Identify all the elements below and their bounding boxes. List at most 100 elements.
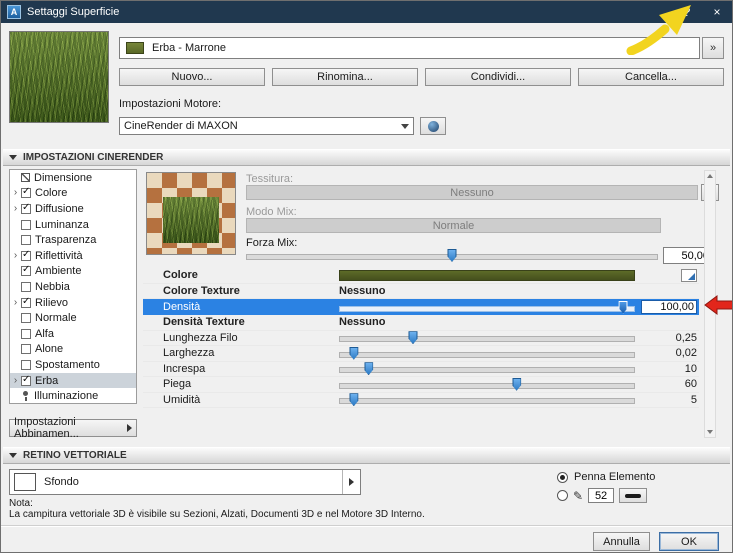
channel-spostamento[interactable]: Spostamento <box>10 357 136 373</box>
delete-button[interactable]: Cancella... <box>578 68 724 86</box>
channel-checkbox[interactable] <box>21 329 31 339</box>
property-row-umidita[interactable]: Umidità 5 <box>143 393 699 409</box>
piega-value[interactable]: 60 <box>635 378 699 390</box>
channel-checkbox[interactable] <box>21 204 31 214</box>
channel-checkbox[interactable] <box>21 266 31 276</box>
slider-thumb[interactable] <box>448 249 457 262</box>
umidita-slider[interactable] <box>339 392 635 407</box>
expander-icon[interactable]: › <box>10 376 21 386</box>
panel-scrollbar[interactable] <box>704 170 716 438</box>
slider-thumb[interactable] <box>349 347 358 360</box>
pen-element-radio[interactable] <box>557 472 568 483</box>
channel-dimensione[interactable]: Dimensione <box>10 170 136 186</box>
channel-erba[interactable]: ›Erba <box>10 373 136 389</box>
channel-checkbox[interactable] <box>21 220 31 230</box>
engine-info-button[interactable] <box>420 117 446 135</box>
property-row-increspa[interactable]: Increspa 10 <box>143 362 699 378</box>
channel-nebbia[interactable]: Nebbia <box>10 279 136 295</box>
channel-checkbox[interactable] <box>21 235 31 245</box>
channel-checkbox[interactable] <box>21 298 31 308</box>
vector-fill-combo[interactable]: Sfondo <box>9 469 361 495</box>
mix-strength-slider[interactable] <box>246 248 658 263</box>
expander-icon[interactable]: › <box>10 298 21 308</box>
channel-normale[interactable]: Normale <box>10 310 136 326</box>
pen-number-field[interactable] <box>588 488 614 503</box>
texture-field[interactable]: Nessuno <box>246 185 698 200</box>
material-name-combo[interactable]: Erba - Marrone <box>119 37 700 59</box>
channel-rilievo[interactable]: ›Rilievo <box>10 295 136 311</box>
expander-icon[interactable]: › <box>10 251 21 261</box>
channel-checkbox[interactable] <box>21 313 31 323</box>
rename-button[interactable]: Rinomina... <box>272 68 418 86</box>
expander-icon[interactable]: › <box>10 188 21 198</box>
channel-illuminazione[interactable]: Illuminazione <box>10 388 136 404</box>
channel-checkbox[interactable] <box>21 188 31 198</box>
help-button[interactable]: ? <box>672 1 702 23</box>
property-row-colore[interactable]: Colore <box>143 268 699 284</box>
lunghezza-filo-value[interactable]: 0,25 <box>635 332 699 344</box>
match-settings-button[interactable]: Impostazioni Abbinamen... <box>9 419 137 437</box>
channel-ambiente[interactable]: Ambiente <box>10 264 136 280</box>
ok-button[interactable]: OK <box>659 532 719 551</box>
slider-thumb[interactable] <box>364 362 373 375</box>
pen-preview-icon <box>625 494 641 498</box>
channel-luminanza[interactable]: Luminanza <box>10 217 136 233</box>
mix-mode-field[interactable]: Normale <box>246 218 661 233</box>
engine-select[interactable]: CineRender di MAXON <box>119 117 414 135</box>
dimension-icon <box>21 173 30 182</box>
custom-pen-radio[interactable] <box>557 490 568 501</box>
channel-checkbox[interactable] <box>21 360 31 370</box>
title-bar: A Settaggi Superficie ? × <box>1 1 732 23</box>
engine-value: CineRender di MAXON <box>124 120 401 132</box>
surface-catalog-button[interactable]: » <box>702 37 724 59</box>
channel-checkbox[interactable] <box>21 344 31 354</box>
slider-thumb[interactable] <box>409 331 418 344</box>
slider-thumb[interactable] <box>349 393 358 406</box>
channel-trasparenza[interactable]: Trasparenza <box>10 232 136 248</box>
increspa-value[interactable]: 10 <box>635 363 699 375</box>
larghezza-slider[interactable] <box>339 346 635 361</box>
umidita-value[interactable]: 5 <box>635 394 699 406</box>
property-row-colore-texture[interactable]: Colore Texture Nessuno <box>143 284 699 300</box>
share-button[interactable]: Condividi... <box>425 68 571 86</box>
expander-icon[interactable]: › <box>10 204 21 214</box>
property-row-lunghezza-filo[interactable]: Lunghezza Filo 0,25 <box>143 331 699 347</box>
property-row-larghezza[interactable]: Larghezza 0,02 <box>143 346 699 362</box>
colore-texture-value[interactable]: Nessuno <box>339 285 385 297</box>
catalog-icon: » <box>710 42 716 54</box>
cinerender-section-header[interactable]: IMPOSTAZIONI CINERENDER <box>3 149 730 166</box>
channel-colore[interactable]: ›Colore <box>10 186 136 202</box>
channel-checkbox[interactable] <box>21 376 31 386</box>
property-row-densita-texture[interactable]: Densità Texture Nessuno <box>143 315 699 331</box>
channel-checkbox[interactable] <box>21 251 31 261</box>
densita-texture-value[interactable]: Nessuno <box>339 316 385 328</box>
new-button[interactable]: Nuovo... <box>119 68 265 86</box>
close-button[interactable]: × <box>702 1 732 23</box>
color-bar[interactable] <box>339 270 635 281</box>
densita-value[interactable] <box>641 300 697 314</box>
densita-slider[interactable] <box>339 300 635 315</box>
slider-thumb[interactable] <box>512 378 521 391</box>
mix-mode-label: Modo Mix: <box>246 206 297 218</box>
pen-color-button[interactable] <box>619 488 647 503</box>
channel-checkbox[interactable] <box>21 282 31 292</box>
channel-diffusione[interactable]: ›Diffusione <box>10 201 136 217</box>
slider-thumb[interactable] <box>619 301 628 314</box>
channel-alone[interactable]: Alone <box>10 342 136 358</box>
larghezza-value[interactable]: 0,02 <box>635 347 699 359</box>
channel-alfa[interactable]: Alfa <box>10 326 136 342</box>
engine-label: Impostazioni Motore: <box>119 98 221 110</box>
scroll-up-icon[interactable] <box>707 174 713 178</box>
color-picker-icon[interactable] <box>681 269 697 282</box>
lunghezza-filo-slider[interactable] <box>339 330 635 345</box>
scroll-down-icon[interactable] <box>707 430 713 434</box>
cancel-button[interactable]: Annulla <box>593 532 650 551</box>
fill-popup-button[interactable] <box>342 470 360 494</box>
vector-fill-section-header[interactable]: RETINO VETTORIALE <box>3 447 730 464</box>
property-row-densita[interactable]: Densità <box>143 299 699 315</box>
property-row-piega[interactable]: Piega 60 <box>143 377 699 393</box>
channel-riflettivita[interactable]: ›Riflettività <box>10 248 136 264</box>
material-name: Erba - Marrone <box>152 42 226 54</box>
increspa-slider[interactable] <box>339 361 635 376</box>
piega-slider[interactable] <box>339 377 635 392</box>
